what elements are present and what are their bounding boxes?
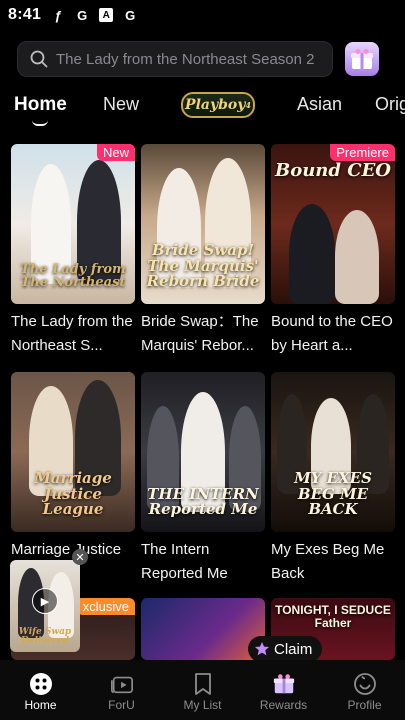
gift-icon <box>351 49 373 69</box>
bottom-nav: Home ForU My List Rewards Profile <box>0 660 405 720</box>
new-badge: New <box>96 144 135 161</box>
home-icon <box>29 672 53 696</box>
active-tab-indicator <box>32 120 48 126</box>
playboy-logo-text: Playboy <box>185 97 246 113</box>
poster-title: TONIGHT, I SEDUCE Father <box>275 603 391 630</box>
claim-label: Claim <box>274 640 313 658</box>
drama-title: My Exes Beg Me Back <box>271 541 385 582</box>
poster-title: The Lady from The Northeast <box>20 261 126 291</box>
poster-title: MY EXES BEG ME BACK <box>294 468 372 519</box>
nav-label: ForU <box>108 698 135 712</box>
play-stack-icon <box>110 672 134 696</box>
g-icon: G <box>125 7 136 23</box>
drama-card[interactable] <box>141 598 265 660</box>
smile-icon <box>353 672 377 696</box>
drama-poster: The Lady from The Northeast New <box>11 144 135 304</box>
drama-poster: MY EXES BEG ME BACK <box>271 372 395 532</box>
search-placeholder: The Lady from the Northeast Season 2 <box>56 50 315 68</box>
star-icon <box>255 642 269 656</box>
drama-card[interactable]: Bound CEO Premiere Bound to the CEO by H… <box>271 144 395 358</box>
drama-card[interactable]: Bride Swap! The Marquis' Reborn Bride Br… <box>141 144 265 358</box>
poster-title: Marriage Justice League <box>34 468 112 519</box>
status-time: 8:41 <box>8 6 42 23</box>
nav-label: Profile <box>347 698 382 712</box>
tab-asian[interactable]: Asian <box>297 94 342 115</box>
mini-player-title: Wife Swap Delivered <box>18 627 72 646</box>
tab-playboy[interactable]: Playboy 4 <box>181 92 255 118</box>
a-icon: A <box>99 8 114 22</box>
g-icon: G <box>77 7 88 23</box>
bookmark-icon <box>191 672 215 696</box>
drama-poster: Marriage Justice League <box>11 372 135 532</box>
nav-label: My List <box>183 698 222 712</box>
nav-rewards[interactable]: Rewards <box>243 660 324 720</box>
drama-poster: Bride Swap! The Marquis' Reborn Bride <box>141 144 265 304</box>
close-icon[interactable]: ✕ <box>72 549 88 565</box>
tab-home[interactable]: Home <box>14 94 67 116</box>
drama-poster <box>141 598 265 660</box>
search-bar[interactable]: The Lady from the Northeast Season 2 <box>17 41 333 77</box>
poster-title: Bride Swap! The Marquis' Reborn Bride <box>146 240 260 291</box>
drama-card[interactable]: MY EXES BEG ME BACK My Exes Beg Me Back <box>271 372 395 586</box>
drama-poster: THE INTERN Reported Me <box>141 372 265 532</box>
mini-player[interactable]: ▶ Wife Swap Delivered <box>10 560 80 652</box>
gift-icon <box>272 672 296 696</box>
premiere-badge: Premiere <box>330 144 395 161</box>
nav-home[interactable]: Home <box>0 660 81 720</box>
drama-title: Bound to the CEO by Heart a... <box>271 313 393 354</box>
drama-title: Bride Swap：The Marquis' Rebor... <box>141 313 259 354</box>
drama-title: The Intern Reported Me <box>141 541 228 582</box>
nav-foru[interactable]: ForU <box>81 660 162 720</box>
f-icon: ƒ <box>54 7 62 23</box>
drama-poster: Bound CEO Premiere <box>271 144 395 304</box>
tab-new[interactable]: New <box>103 94 139 115</box>
poster-title: Bound CEO <box>275 160 391 181</box>
nav-profile[interactable]: Profile <box>324 660 405 720</box>
claim-button[interactable]: Claim <box>248 636 323 662</box>
drama-card[interactable]: THE INTERN Reported Me The Intern Report… <box>141 372 265 586</box>
nav-label: Rewards <box>259 698 308 712</box>
drama-title: The Lady from the Northeast S... <box>11 313 133 354</box>
exclusive-badge: xclusive <box>76 598 135 615</box>
gift-box-button[interactable] <box>345 42 379 76</box>
drama-card[interactable]: The Lady from The Northeast New The Lady… <box>11 144 135 358</box>
nav-label: Home <box>24 698 57 712</box>
play-icon[interactable]: ▶ <box>32 588 58 614</box>
nav-my-list[interactable]: My List <box>162 660 243 720</box>
poster-title: THE INTERN Reported Me <box>147 484 259 519</box>
status-bar: 8:41 ƒ G A G <box>0 0 405 30</box>
tab-original[interactable]: Orig <box>375 94 405 115</box>
search-icon <box>30 50 48 68</box>
